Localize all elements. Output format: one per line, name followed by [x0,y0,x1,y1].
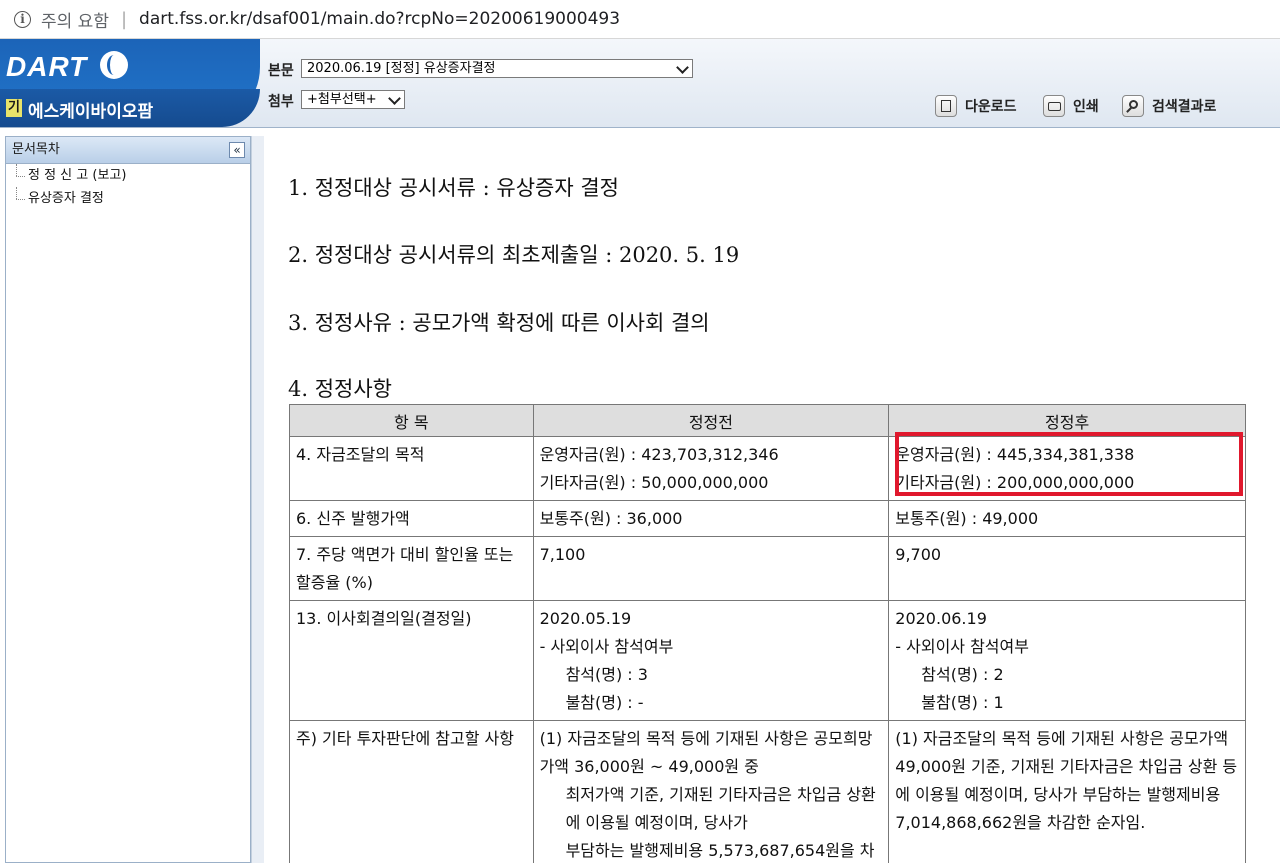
row-after: 운영자금(원) : 445,334,381,338 기타자금(원) : 200,… [888,436,1246,501]
dart-logo-icon [100,51,128,79]
cell-line: 부담하는 발행제비용 5,573,687,654원을 차감한 순자임. (수요예… [565,841,875,860]
header-after: 정정후 [888,404,1246,437]
header-item: 항 목 [289,404,534,437]
cell-line: 최저가액 기준, 기재된 기타자금은 차입금 상환에 이용될 예정이며, 당사가 [565,785,876,832]
cell-line: - 사외이사 참석여부 [895,637,1029,656]
para-first-submission-date: 2. 정정대상 공시서류의 최초제출일 : 2020. 5. 19 [288,243,740,267]
cell-line: 운영자금(원) : 445,334,381,338 [895,445,1135,464]
row-before: 보통주(원) : 36,000 [532,500,890,537]
row-item: 주) 기타 투자판단에 참고할 사항 [289,720,534,863]
address-bar[interactable]: i 주의 요함 | dart.fss.or.kr/dsaf001/main.do… [0,0,1280,39]
chevron-down-icon [388,92,401,105]
printer-icon [1043,95,1065,117]
company-bar: 기 에스케이바이오팜 [0,89,260,127]
row-before: 7,100 [532,536,890,601]
main-doc-label: 본문 [268,63,294,79]
search-results-label: 검색결과로 [1152,99,1217,115]
main-doc-select-value: 2020.06.19 [정정] 유상증자결정 [307,61,496,76]
market-badge: 기 [6,99,22,117]
cell-line: 불참(명) : - [565,693,644,712]
toc-tree: 정 정 신 고 (보고) 유상증자 결정 [6,164,250,210]
save-disk-icon [935,95,957,117]
cell-line: 불참(명) : 1 [921,693,1004,712]
cell-line: - 사외이사 참석여부 [539,637,674,656]
para-correction-reason: 3. 정정사유 : 공모가액 확정에 따른 이사회 결의 [288,311,710,335]
row-before: 운영자금(원) : 423,703,312,346 기타자금(원) : 50,0… [532,436,890,501]
info-icon[interactable]: i [14,10,31,28]
print-label: 인쇄 [1073,99,1099,115]
header-before: 정정전 [532,404,890,437]
download-button[interactable]: 다운로드 [935,93,1017,119]
cell-line: 기타자금(원) : 200,000,000,000 [895,473,1135,492]
dart-header: DART 기 에스케이바이오팜 본문 2020.06.19 [정정] 유상증자결… [0,39,1280,128]
para-target-document: 1. 정정대상 공시서류 : 유상증자 결정 [288,176,619,200]
row-item: 13. 이사회결의일(결정일) [289,600,534,721]
cell-line: 기타자금(원) : 50,000,000,000 [539,473,769,492]
download-label: 다운로드 [965,99,1017,115]
toc-sidebar: 문서목차 « 정 정 신 고 (보고) 유상증자 결정 [5,136,251,863]
table-row: 4. 자금조달의 목적 운영자금(원) : 423,703,312,346 기타… [289,436,1246,501]
toc-item-rights-offering[interactable]: 유상증자 결정 [6,187,250,210]
attach-label: 첨부 [268,94,294,110]
attach-select[interactable]: +첨부선택+ [301,90,405,109]
document-body: 1. 정정대상 공시서류 : 유상증자 결정 2. 정정대상 공시서류의 최초제… [264,128,1280,863]
print-button[interactable]: 인쇄 [1043,93,1099,119]
attach-select-value: +첨부선택+ [307,92,377,107]
company-name: 에스케이바이오팜 [28,102,154,122]
row-item: 7. 주당 액면가 대비 할인율 또는 할증율 (%) [289,536,534,601]
row-after: 보통주(원) : 49,000 [888,500,1246,537]
table-row: 주) 기타 투자판단에 참고할 사항 (1) 자금조달의 목적 등에 기재된 사… [289,720,1246,863]
cell-line: (1) 자금조달의 목적 등에 기재된 사항은 공모희망가액 36,000원 ~… [539,729,873,776]
url-separator: | [120,8,128,30]
chevron-down-icon [676,61,689,74]
cell-line: 운영자금(원) : 423,703,312,346 [539,445,779,464]
logo-area: DART 기 에스케이바이오팜 [0,39,260,127]
row-item: 6. 신주 발행가액 [289,500,534,537]
row-after: (1) 자금조달의 목적 등에 기재된 사항은 공모가액 49,000원 기준,… [888,720,1246,863]
row-after: 9,700 [888,536,1246,601]
toc-header: 문서목차 « [6,137,250,164]
toc-title: 문서목차 [12,142,60,157]
table-header-row: 항 목 정정전 정정후 [289,404,1246,437]
table-row: 13. 이사회결의일(결정일) 2020.05.19 - 사외이사 참석여부 참… [289,600,1246,721]
collapse-sidebar-icon[interactable]: « [229,142,245,158]
cell-line: 참석(명) : 3 [565,665,648,684]
row-before: 2020.05.19 - 사외이사 참석여부 참석(명) : 3 불참(명) :… [532,600,890,721]
sidebar-splitter[interactable] [251,136,264,863]
row-item: 4. 자금조달의 목적 [289,436,534,501]
main-doc-select[interactable]: 2020.06.19 [정정] 유상증자결정 [301,59,693,78]
cell-line: 참석(명) : 2 [921,665,1004,684]
toc-item-correction-report[interactable]: 정 정 신 고 (보고) [6,164,250,187]
search-results-button[interactable]: 검색결과로 [1122,93,1216,119]
security-warning[interactable]: 주의 요함 [41,7,109,32]
correction-table: 항 목 정정전 정정후 4. 자금조달의 목적 운영자금(원) : 423,70… [289,404,1246,863]
cell-line: 2020.06.19 [895,609,987,628]
row-after: 2020.06.19 - 사외이사 참석여부 참석(명) : 2 불참(명) :… [888,600,1246,721]
magnifier-icon [1122,95,1144,117]
table-row: 6. 신주 발행가액 보통주(원) : 36,000 보통주(원) : 49,0… [289,500,1246,537]
url-text[interactable]: dart.fss.or.kr/dsaf001/main.do?rcpNo=202… [139,9,620,29]
para-correction-items: 4. 정정사항 [288,377,392,401]
row-before: (1) 자금조달의 목적 등에 기재된 사항은 공모희망가액 36,000원 ~… [532,720,890,863]
dart-logo[interactable]: DART [6,51,87,83]
cell-line: 2020.05.19 [539,609,632,628]
table-row: 7. 주당 액면가 대비 할인율 또는 할증율 (%) 7,100 9,700 [289,536,1246,601]
